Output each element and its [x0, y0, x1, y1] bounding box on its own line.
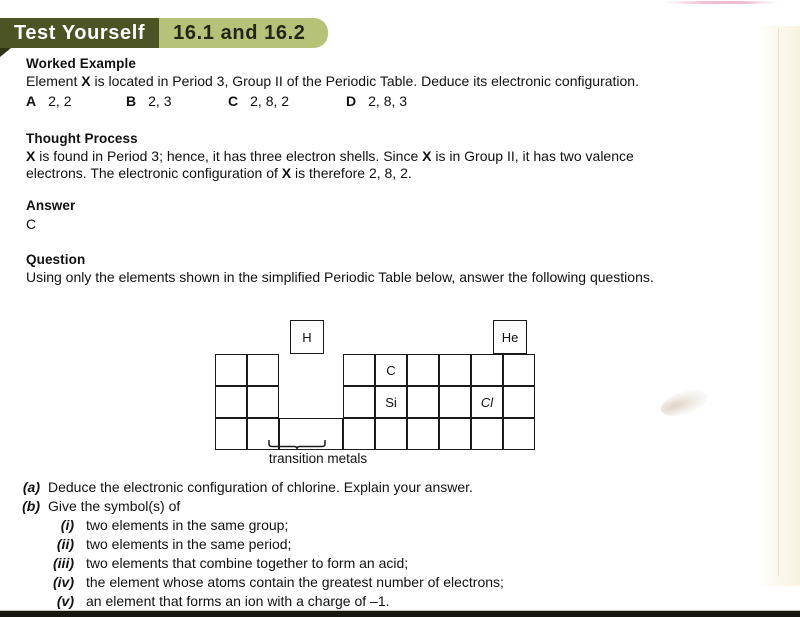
choice-b: B 2, 3 — [126, 93, 171, 109]
ptable-cell-right-r2c4 — [439, 386, 471, 418]
question-item-b-iii-text: two elements that combine together to fo… — [86, 555, 409, 571]
choice-c-label: C — [228, 93, 239, 109]
ptable-cell-hydrogen: H — [290, 320, 324, 354]
worked-example-block: Worked Example Element X is located in P… — [0, 56, 800, 111]
scan-artifact-pink-streak — [660, 1, 780, 4]
ptable-cell-right-r2c5-chlorine: Cl — [471, 386, 503, 418]
prompt-text-pre: Element — [26, 73, 82, 89]
spacer-after-thought-process — [0, 182, 800, 198]
ptable-cell-left-r2c1 — [215, 386, 247, 418]
tp-line1-a: is found in Period 3; hence, it has thre… — [35, 148, 423, 164]
question-item-b-iv-text: the element whose atoms contain the grea… — [86, 574, 504, 590]
question-items-list: (a) Deduce the electronic configuration … — [0, 478, 800, 611]
choice-a-label: A — [26, 93, 37, 109]
question-item-b-ii-marker: (ii) — [56, 536, 74, 552]
question-item-b-iv: (iv) the element whose atoms contain the… — [0, 573, 800, 592]
choice-c: C 2, 8, 2 — [228, 93, 289, 109]
question-block: Question Using only the elements shown i… — [0, 252, 800, 286]
tp-line2-b: is therefore 2, 8, 2. — [291, 165, 412, 181]
element-symbol-h: H — [302, 329, 312, 345]
tp-variable-x-3: X — [281, 165, 292, 181]
ptable-cell-left-r3c1 — [215, 418, 247, 450]
element-symbol-he: He — [501, 329, 519, 345]
question-item-b-iv-marker: (iv) — [53, 574, 74, 590]
ptable-cell-right-r1c4 — [439, 354, 471, 386]
thought-process-block: Thought Process X is found in Period 3; … — [0, 131, 800, 182]
spacer-after-worked-example — [0, 111, 800, 131]
question-item-b-i-text: two elements in the same group; — [86, 517, 289, 533]
ptable-cell-helium: He — [493, 320, 527, 354]
choice-d-label: D — [346, 93, 357, 109]
ptable-cell-right-r3c1 — [343, 418, 375, 450]
ptable-cell-left-r1c1 — [215, 354, 247, 386]
worked-example-choices: A 2, 2 B 2, 3 C 2, 8, 2 D 2, 8, 3 — [26, 93, 800, 111]
ptable-cell-left-r2c2 — [247, 386, 279, 418]
question-item-b-iii: (iii) two elements that combine together… — [0, 554, 800, 573]
element-symbol-cl: Cl — [480, 394, 494, 410]
worked-example-prompt: Element X is located in Period 3, Group … — [26, 73, 716, 90]
question-item-b-ii-text: two elements in the same period; — [86, 536, 292, 552]
page-bottom-bar — [0, 611, 800, 617]
prompt-variable-x: X — [81, 73, 91, 89]
question-item-b-text: Give the symbol(s) of — [48, 498, 181, 514]
question-item-b-v-marker: (v) — [56, 593, 74, 609]
ptable-cell-right-r3c2 — [375, 418, 407, 450]
choice-d: D 2, 8, 3 — [346, 93, 407, 109]
choice-a-value: 2, 2 — [48, 93, 72, 109]
spacer-after-answer — [0, 232, 800, 252]
ptable-cell-right-r2c3 — [407, 386, 439, 418]
worked-example-heading: Worked Example — [26, 56, 136, 71]
question-item-b-v: (v) an element that forms an ion with a … — [0, 592, 800, 611]
choice-d-value: 2, 8, 3 — [368, 93, 408, 109]
ptable-cell-right-r3c5 — [471, 418, 503, 450]
simplified-periodic-table-diagram: H He C Si Cl — [0, 310, 800, 470]
transition-metals-label: transition metals — [268, 451, 368, 466]
answer-heading: Answer — [26, 198, 76, 213]
question-item-b-v-text: an element that forms an ion with a char… — [86, 593, 390, 609]
prompt-text-post: is located in Period 3, Group II of the … — [90, 73, 639, 89]
answer-value: C — [26, 216, 37, 232]
ptable-cell-right-r1c2-carbon: C — [375, 354, 407, 386]
ptable-cell-right-r3c6 — [503, 418, 535, 450]
element-symbol-c: C — [386, 362, 396, 378]
answer-block: Answer C — [0, 198, 800, 232]
banner-section-numbers: 16.1 and 16.2 — [159, 18, 328, 48]
question-item-b: (b) Give the symbol(s) of — [0, 497, 800, 516]
choice-c-value: 2, 8, 2 — [250, 93, 290, 109]
ptable-cell-right-r2c1 — [343, 386, 375, 418]
ptable-cell-right-r3c4 — [439, 418, 471, 450]
transition-metals-brace-icon — [268, 440, 326, 449]
thought-process-body: X is found in Period 3; hence, it has th… — [26, 148, 716, 182]
ptable-cell-right-r1c6 — [503, 354, 535, 386]
question-item-a: (a) Deduce the electronic configuration … — [0, 478, 800, 497]
thought-process-heading: Thought Process — [26, 131, 138, 146]
question-item-a-text: Deduce the electronic configuration of c… — [48, 479, 473, 495]
choice-a: A 2, 2 — [26, 93, 71, 109]
ptable-cell-right-r3c3 — [407, 418, 439, 450]
ptable-cell-right-r1c5 — [471, 354, 503, 386]
choice-b-label: B — [126, 93, 137, 109]
ptable-cell-left-r1c2 — [247, 354, 279, 386]
ptable-cell-right-r1c1 — [343, 354, 375, 386]
ptable-cell-right-r2c2-silicon: Si — [375, 386, 407, 418]
choice-b-value: 2, 3 — [148, 93, 172, 109]
element-symbol-si: Si — [385, 394, 397, 410]
test-yourself-banner: Test Yourself 16.1 and 16.2 — [0, 18, 328, 48]
tp-variable-x-1: X — [26, 148, 36, 164]
question-item-b-i: (i) two elements in the same group; — [0, 516, 800, 535]
question-item-b-i-marker: (i) — [60, 517, 74, 533]
tp-line1-b: is in Group II, it has two valence — [431, 148, 634, 164]
question-item-b-ii: (ii) two elements in the same period; — [0, 535, 800, 554]
question-heading: Question — [26, 252, 86, 267]
question-item-b-marker: (b) — [22, 498, 40, 514]
question-intro: Using only the elements shown in the sim… — [26, 269, 654, 285]
ptable-cell-right-r1c3 — [407, 354, 439, 386]
page-content: Worked Example Element X is located in P… — [0, 56, 800, 286]
banner-title: Test Yourself — [0, 18, 160, 48]
ptable-cell-right-r2c6 — [503, 386, 535, 418]
question-item-a-marker: (a) — [22, 479, 40, 495]
tp-line2-a: electrons. The electronic configuration … — [26, 165, 282, 181]
question-item-b-iii-marker: (iii) — [53, 555, 74, 571]
